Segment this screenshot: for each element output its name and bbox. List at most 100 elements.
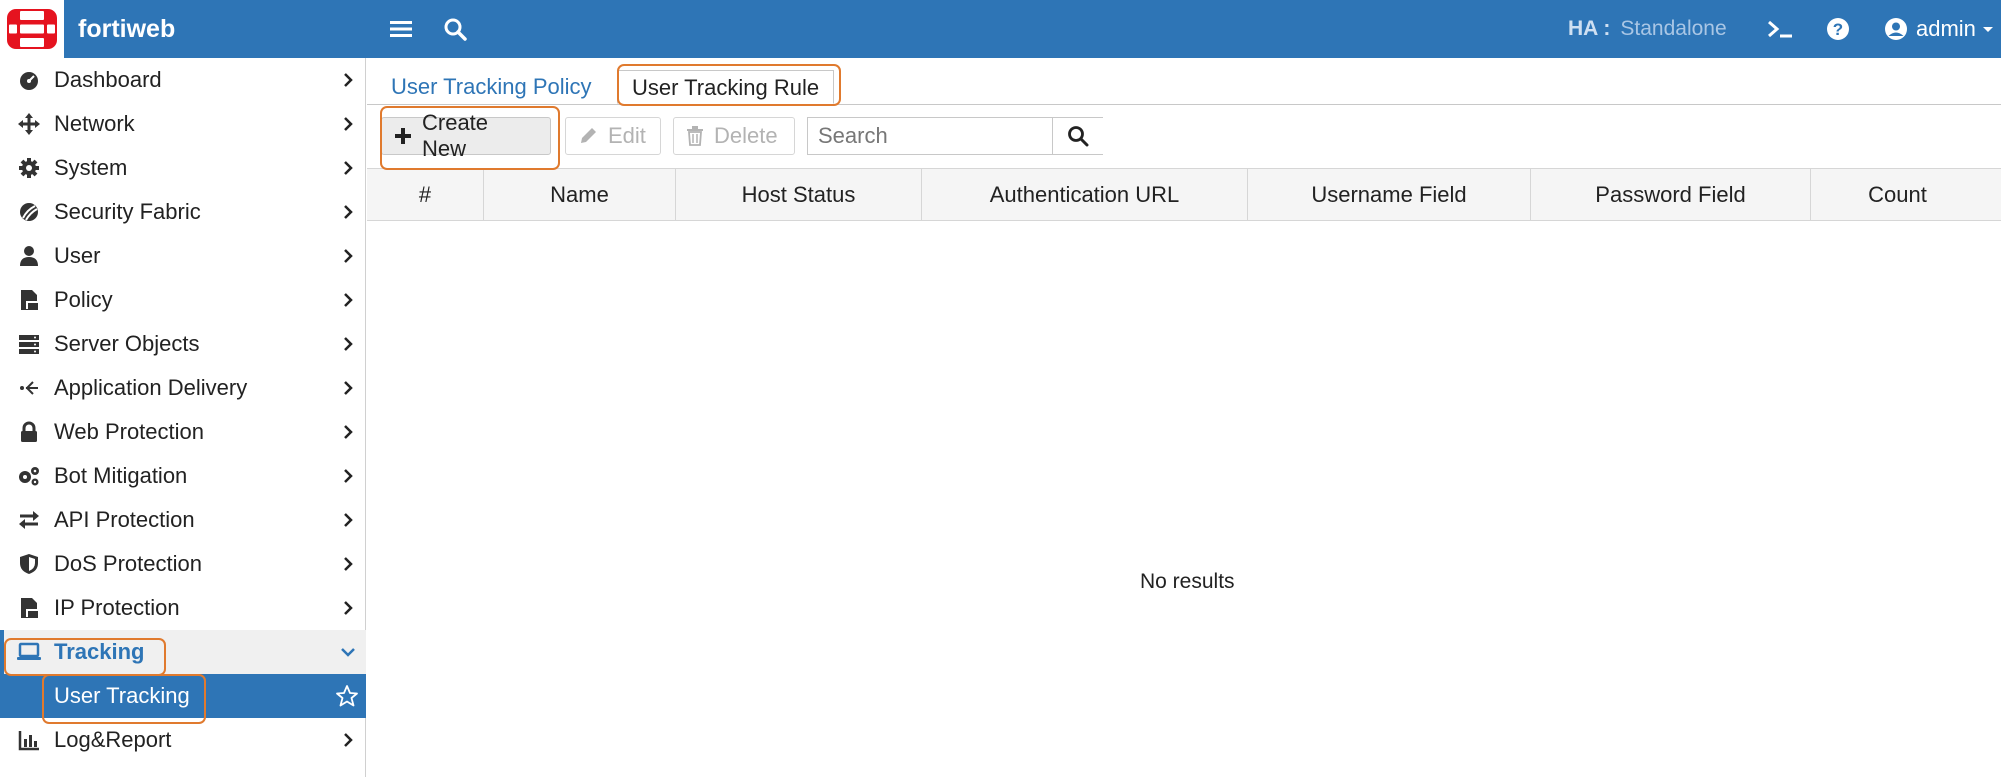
fortinet-logo-icon [7,9,57,49]
sidebar-item-label: Network [54,111,135,136]
search-icon [1067,126,1088,147]
laptop-icon [16,639,42,665]
fortinet-logo[interactable] [0,0,64,58]
sidebar-item-label: User Tracking [54,683,190,708]
chevron-right-icon [340,248,356,264]
help-icon[interactable]: ? [1822,0,1854,58]
svg-text:?: ? [1833,20,1843,39]
column-header-authentication-url[interactable]: Authentication URL [922,169,1248,221]
sidebar-item-dashboard[interactable]: Dashboard [0,58,366,102]
create-new-button[interactable]: Create New [381,110,551,161]
sidebar-item-label: System [54,155,128,180]
chevron-right-icon [340,72,356,88]
sidebar-item-user-tracking[interactable]: User Tracking [0,674,366,718]
column-header-number[interactable]: # [367,169,484,221]
sidebar-item-web-protection[interactable]: Web Protection [0,410,366,454]
sidebar-item-api-protection[interactable]: API Protection [0,498,366,542]
chevron-right-icon [340,732,356,748]
tab-user-tracking-policy[interactable]: User Tracking Policy [377,70,606,104]
sidebar-item-application-delivery[interactable]: Application Delivery [0,366,366,410]
sidebar-item-security-fabric[interactable]: Security Fabric [0,190,366,234]
gear-icon [16,155,42,181]
edit-label: Edit [608,123,646,148]
security-fabric-icon [16,199,42,225]
search-icon[interactable] [440,0,470,58]
sidebar-item-ip-protection[interactable]: IP Protection [0,586,366,630]
bot-icon [16,463,42,489]
shield-icon [16,551,42,577]
chevron-right-icon [340,160,356,176]
top-bar: fortiweb HA : Standalone ? admin [0,0,2001,58]
sidebar-item-label: Security Fabric [54,199,201,224]
sidebar-item-system[interactable]: System [0,146,366,190]
sidebar-item-label: Bot Mitigation [54,463,188,488]
column-header-name[interactable]: Name [484,169,676,221]
sidebar-item-tracking[interactable]: Tracking [0,630,366,674]
chart-icon [16,727,42,753]
app-delivery-icon [16,375,42,401]
sidebar-item-user[interactable]: User [0,234,366,278]
search-box [807,117,1104,155]
chevron-down-icon [340,644,356,660]
toolbar: Create New Edit Delete [367,105,2001,167]
column-header-password-field[interactable]: Password Field [1531,169,1811,221]
sidebar-item-policy[interactable]: Policy [0,278,366,322]
delete-button[interactable]: Delete [673,117,795,155]
dashboard-icon [16,67,42,93]
sidebar-item-label: Log&Report [54,727,172,752]
chevron-right-icon [340,116,356,132]
policy-icon [16,287,42,313]
chevron-right-icon [340,556,356,572]
edit-button[interactable]: Edit [565,117,661,155]
sidebar-item-label: API Protection [54,507,195,532]
api-icon [16,507,42,533]
search-button[interactable] [1052,118,1102,154]
chevron-right-icon [340,292,356,308]
sidebar: Dashboard Network System Security Fabric… [0,58,366,777]
brand-name: fortiweb [78,15,176,43]
sidebar-item-bot-mitigation[interactable]: Bot Mitigation [0,454,366,498]
user-avatar-icon [1885,18,1907,40]
chevron-right-icon [340,600,356,616]
trash-icon [686,126,704,146]
user-icon [16,243,42,269]
tab-bar: User Tracking Policy User Tracking Rule [367,58,2001,105]
sidebar-item-log-report[interactable]: Log&Report [0,718,366,762]
pencil-icon [578,126,598,146]
network-icon [16,111,42,137]
ha-value: Standalone [1620,17,1727,40]
chevron-right-icon [340,204,356,220]
admin-username: admin [1916,16,1976,41]
create-new-label: Create New [422,110,489,161]
table-header: # Name Host Status Authentication URL Us… [367,168,2001,221]
column-header-username-field[interactable]: Username Field [1248,169,1531,221]
lock-icon [16,419,42,445]
sidebar-item-label: Web Protection [54,419,205,444]
admin-menu[interactable]: admin [1884,0,1994,58]
ha-label: HA : [1568,17,1611,40]
sidebar-item-network[interactable]: Network [0,102,366,146]
hamburger-menu-icon[interactable] [386,0,416,58]
sidebar-item-server-objects[interactable]: Server Objects [0,322,366,366]
chevron-right-icon [340,380,356,396]
sidebar-item-label: Dashboard [54,67,162,92]
star-icon[interactable] [334,683,360,709]
ip-protection-icon [16,595,42,621]
tab-user-tracking-rule[interactable]: User Tracking Rule [617,70,835,104]
sidebar-item-label: DoS Protection [54,551,202,576]
sidebar-item-label: User [54,243,101,268]
cli-console-icon[interactable] [1764,0,1796,58]
chevron-right-icon [340,336,356,352]
chevron-right-icon [340,424,356,440]
plus-icon [394,127,412,145]
sidebar-item-label: Policy [54,287,113,312]
column-header-count[interactable]: Count [1811,169,1984,221]
delete-label: Delete [714,123,778,148]
chevron-right-icon [340,512,356,528]
empty-table-message: No results [1140,570,1235,593]
sidebar-item-label: Server Objects [54,331,200,356]
sidebar-item-dos-protection[interactable]: DoS Protection [0,542,366,586]
column-header-host-status[interactable]: Host Status [676,169,922,221]
chevron-right-icon [340,468,356,484]
ha-status: HA : Standalone [1568,0,1727,58]
